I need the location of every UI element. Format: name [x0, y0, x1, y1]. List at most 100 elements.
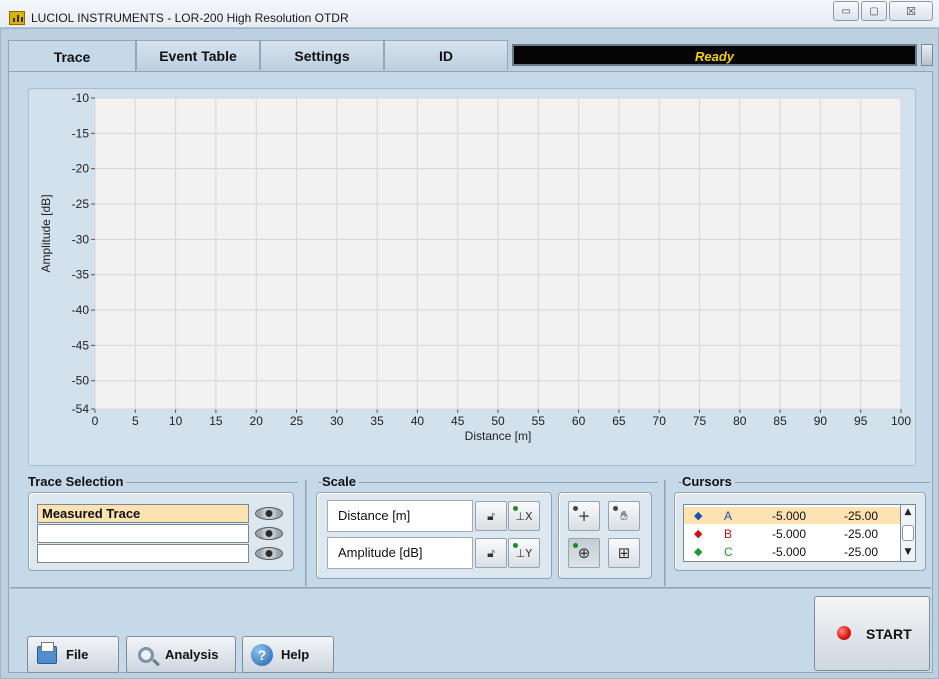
maximize-button[interactable]: ▢ [861, 1, 887, 21]
lock-icon[interactable]: 🔓︎ [475, 538, 507, 568]
section-divider [305, 480, 307, 586]
y-tick-label: -54 [72, 402, 90, 416]
y-tick-label: -35 [72, 268, 90, 282]
x-tick-label: 65 [612, 414, 626, 428]
x-tick-label: 0 [92, 414, 99, 428]
status-display: Ready [512, 44, 917, 66]
start-button-label: START [866, 626, 912, 642]
cursor-y-value: -25.00 [844, 545, 879, 559]
x-tick-label: 25 [290, 414, 304, 428]
x-tick-label: 70 [653, 414, 667, 428]
cursors-scrollbar[interactable]: ▲ ▼ [900, 504, 916, 562]
tab-settings[interactable]: Settings [260, 40, 384, 70]
y-tick-label: -40 [72, 303, 90, 317]
eye-icon[interactable] [249, 524, 289, 543]
autoscale-y-icon[interactable]: ⊥Y [508, 538, 540, 568]
minimize-button[interactable]: ▭ [833, 1, 859, 21]
x-tick-label: 50 [491, 414, 505, 428]
otdr-trace-graph[interactable]: 0 5 10 15 20 25 30 35 40 45 50 55 60 65 70 75 80 85 90 95 10… [28, 88, 916, 466]
tab-trace[interactable]: Trace [8, 40, 136, 72]
tab-id[interactable]: ID [384, 40, 508, 70]
y-tick-label: -45 [72, 338, 90, 352]
analysis-button-label: Analysis [165, 647, 219, 662]
x-tick-label: 40 [411, 414, 425, 428]
x-tick-label: 55 [532, 414, 546, 428]
amplitude-scale-field[interactable]: Amplitude [dB] [327, 537, 473, 569]
trace-row[interactable]: Measured Trace [37, 504, 249, 523]
scroll-thumb[interactable] [902, 525, 914, 541]
cursor-y-value: -25.00 [844, 509, 879, 523]
section-divider [664, 480, 666, 586]
x-tick-label: 85 [773, 414, 787, 428]
file-button-label: File [66, 647, 89, 662]
cursor-row-a[interactable]: ◆ A -5.000 -25.00 [684, 507, 904, 524]
crosshair-icon[interactable]: + [568, 501, 600, 531]
window-title: LUCIOL INSTRUMENTS - LOR-200 High Resolu… [31, 11, 349, 25]
x-tick-label: 80 [733, 414, 747, 428]
y-tick-label: -20 [72, 162, 90, 176]
diamond-icon: ◆ [694, 527, 703, 540]
trace-row[interactable] [37, 544, 249, 563]
cursor-x-value: -5.000 [772, 545, 807, 559]
tab-event-table[interactable]: Event Table [136, 40, 260, 70]
autoscale-x-icon[interactable]: ⊥X [508, 501, 540, 531]
x-tick-label: 60 [572, 414, 586, 428]
y-tick-label: -50 [72, 374, 90, 388]
lock-icon[interactable]: 🔓︎ [475, 501, 507, 531]
y-axis-label: Amplitude [dB] [39, 194, 53, 272]
x-tick-label: 95 [854, 414, 868, 428]
x-tick-label: 75 [693, 414, 707, 428]
cursor-y-value: -25.00 [844, 527, 879, 541]
diamond-icon: ◆ [694, 545, 703, 558]
cursor-row-c[interactable]: ◆ C -5.000 -25.00 [684, 543, 904, 560]
start-led-icon [837, 626, 851, 640]
x-tick-label: 35 [370, 414, 384, 428]
eye-icon[interactable] [249, 544, 289, 563]
trace-selection-title: Trace Selection [28, 474, 127, 489]
y-tick-label: -15 [72, 126, 90, 140]
diamond-icon: ◆ [694, 509, 703, 522]
scroll-down-icon[interactable]: ▼ [901, 547, 915, 557]
cursor-x-value: -5.000 [772, 509, 807, 523]
cursors-table: ◆ A -5.000 -25.00 ◆ B -5.000 -25.00 ◆ C … [683, 504, 907, 562]
window-title-bar: LUCIOL INSTRUMENTS - LOR-200 High Resolu… [0, 0, 939, 28]
close-button[interactable]: ☒ [889, 1, 933, 21]
eye-icon[interactable] [249, 504, 289, 523]
x-tick-label: 20 [250, 414, 264, 428]
help-button[interactable]: ? Help [242, 636, 334, 673]
folder-icon [36, 641, 58, 666]
help-icon: ? [251, 643, 273, 666]
cursor-name: C [724, 545, 733, 559]
app-logo-icon [9, 11, 25, 25]
cursors-title: Cursors [682, 474, 735, 489]
y-tick-label: -30 [72, 232, 90, 246]
status-scroll-button[interactable] [921, 44, 933, 66]
pan-hand-icon[interactable]: ✋︎ [608, 501, 640, 531]
file-button[interactable]: File [27, 636, 119, 673]
cursor-row-b[interactable]: ◆ B -5.000 -25.00 [684, 525, 904, 542]
distance-scale-field[interactable]: Distance [m] [327, 500, 473, 532]
zoom-icon[interactable]: ⊕ [568, 538, 600, 568]
group-line [318, 482, 658, 483]
help-button-label: Help [281, 647, 310, 662]
x-tick-label: 15 [209, 414, 223, 428]
x-tick-label: 10 [169, 414, 183, 428]
x-tick-label: 90 [814, 414, 828, 428]
cursor-name: A [724, 509, 733, 523]
start-button[interactable]: START [814, 596, 930, 671]
scroll-up-icon[interactable]: ▲ [901, 507, 915, 517]
x-tick-label: 30 [330, 414, 344, 428]
y-tick-label: -25 [72, 197, 90, 211]
scale-title: Scale [322, 474, 359, 489]
status-text: Ready [694, 49, 735, 64]
cursor-name: B [724, 527, 733, 541]
x-tick-label: 45 [451, 414, 465, 428]
tab-bar: Trace Event Table Settings ID [8, 40, 508, 72]
analysis-button[interactable]: Analysis [126, 636, 236, 673]
zoom-rect-icon[interactable]: ⊞ [608, 538, 640, 568]
magnifier-icon [135, 644, 157, 666]
trace-row[interactable] [37, 524, 249, 543]
x-axis-label: Distance [m] [465, 429, 532, 443]
cursor-x-value: -5.000 [772, 527, 807, 541]
x-tick-label: 5 [132, 414, 139, 428]
